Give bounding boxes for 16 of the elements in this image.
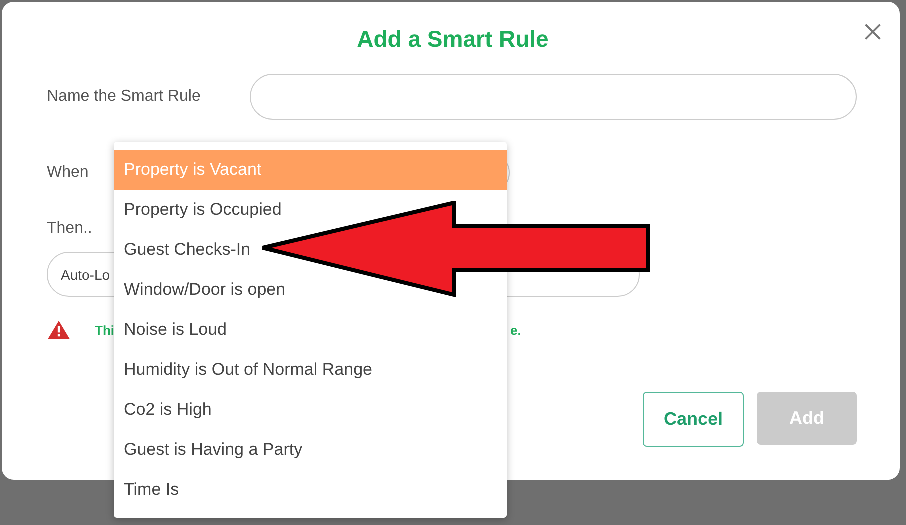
- dropdown-option[interactable]: Window/Door is open: [114, 270, 507, 310]
- dropdown-option[interactable]: Property is Occupied: [114, 190, 507, 230]
- field-label: Then..: [47, 219, 92, 239]
- dialog-title: Add a Smart Rule: [357, 25, 549, 54]
- field-label: Name the Smart Rule: [47, 88, 201, 106]
- warning-icon: [48, 321, 70, 339]
- text-field[interactable]: [250, 74, 857, 120]
- dropdown-option[interactable]: Humidity is Out of Normal Range: [114, 350, 507, 390]
- dropdown-option[interactable]: Noise is Loud: [114, 310, 507, 350]
- field-label: When: [47, 164, 89, 182]
- dropdown-option[interactable]: Co2 is High: [114, 390, 507, 430]
- dropdown-option[interactable]: Guest is Having a Party: [114, 430, 507, 470]
- dropdown-option[interactable]: Time Is: [114, 470, 507, 510]
- warning-text: e.: [510, 322, 522, 338]
- close-icon[interactable]: [864, 23, 882, 41]
- warning-text: Thi: [95, 322, 114, 338]
